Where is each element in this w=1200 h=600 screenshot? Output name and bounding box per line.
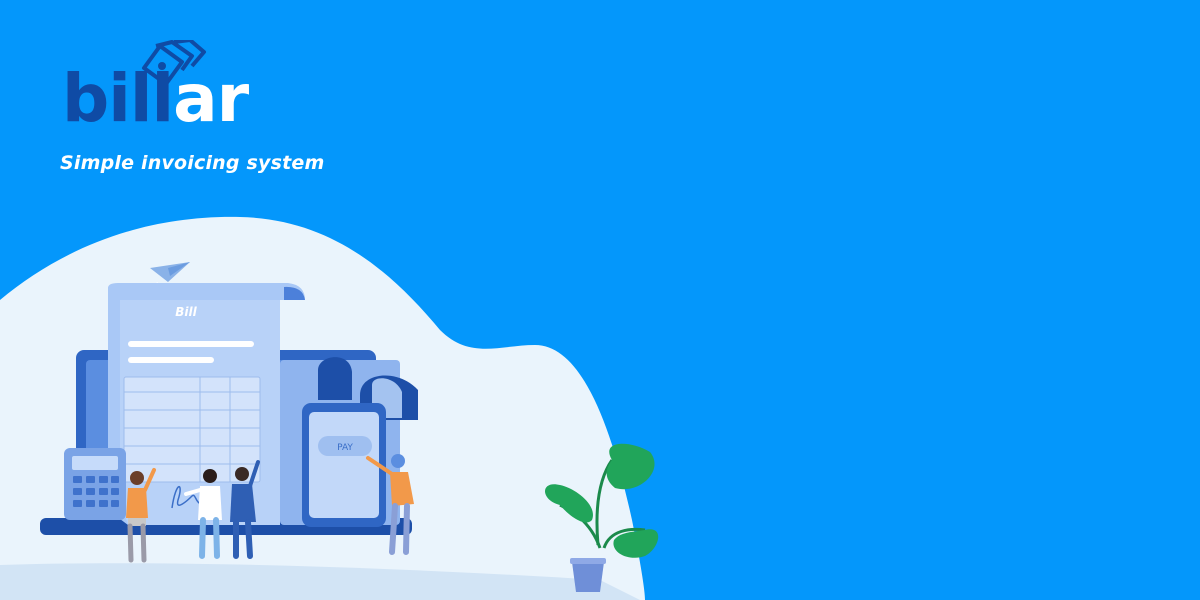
smartphone-icon: PAY <box>302 403 386 527</box>
bill-title: Bill <box>175 305 197 319</box>
hero-banner: Bill PAY billar Simple invoicing system <box>0 0 1200 600</box>
pay-button: PAY <box>337 443 353 453</box>
brand-name-part2: ar <box>173 60 249 137</box>
tagline: Simple invoicing system <box>60 152 325 174</box>
calculator-icon <box>64 448 126 520</box>
brand-name-part1: bill <box>62 60 174 137</box>
brand-logo: billar <box>62 66 249 132</box>
